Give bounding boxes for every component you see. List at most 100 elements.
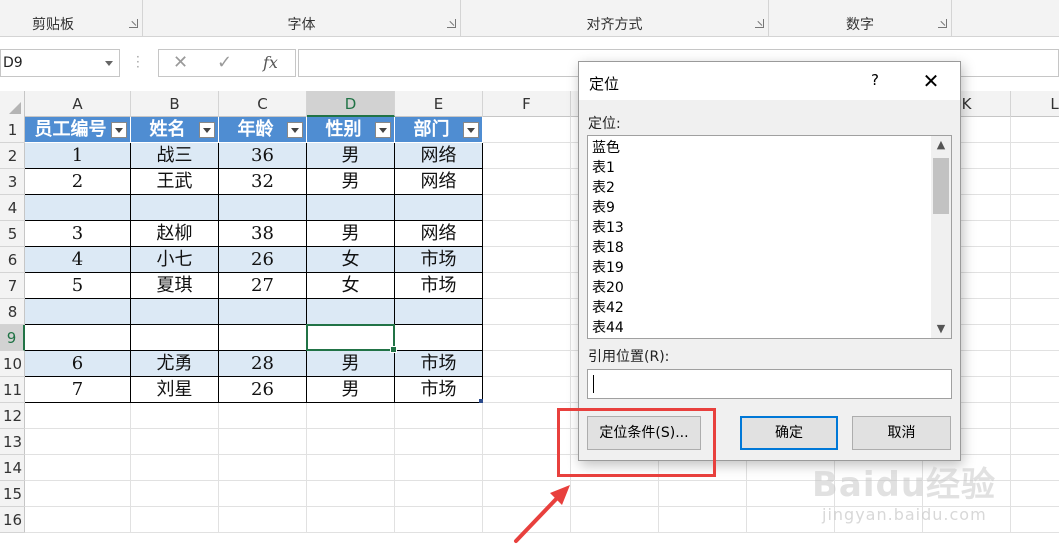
cancel-x-icon[interactable]: ✕ (173, 50, 188, 76)
row-header-1[interactable]: 1 (0, 117, 25, 143)
reference-input[interactable] (587, 369, 952, 399)
table-cell[interactable]: 市场 (395, 351, 483, 377)
dialog-launcher-icon[interactable] (447, 19, 456, 28)
chevron-up-icon[interactable]: ▲ (931, 136, 951, 154)
table-cell[interactable]: 5 (25, 273, 131, 299)
table-cell[interactable]: 网络 (395, 221, 483, 247)
chevron-down-icon[interactable]: ▼ (931, 320, 951, 338)
table-cell[interactable]: 2 (25, 169, 131, 195)
table-cell[interactable] (25, 195, 131, 221)
table-cell[interactable]: 36 (219, 143, 307, 169)
table-cell[interactable]: 女 (307, 273, 395, 299)
listbox-item[interactable]: 表9 (592, 198, 615, 218)
row-header-7[interactable]: 7 (0, 273, 25, 299)
filter-dropdown-icon[interactable] (375, 122, 391, 138)
table-cell[interactable]: 尤勇 (131, 351, 219, 377)
listbox-item[interactable]: 表42 (592, 298, 624, 318)
table-cell[interactable]: 市场 (395, 247, 483, 273)
table-header-cell[interactable]: 部门 (395, 117, 483, 143)
listbox-scrollbar[interactable]: ▲ ▼ (931, 136, 951, 338)
table-cell[interactable]: 网络 (395, 169, 483, 195)
table-cell[interactable] (131, 299, 219, 325)
goto-listbox[interactable]: 蓝色 表1 表2 表9 表13 表18 表19 表20 表42 表44 ▲ ▼ (587, 135, 952, 339)
listbox-item[interactable]: 表19 (592, 258, 624, 278)
column-header-b[interactable]: B (131, 91, 219, 117)
table-cell[interactable]: 王武 (131, 169, 219, 195)
row-header-10[interactable]: 10 (0, 351, 25, 377)
table-cell[interactable]: 男 (307, 169, 395, 195)
table-cell[interactable]: 28 (219, 351, 307, 377)
row-header-9[interactable]: 9 (0, 325, 25, 351)
table-cell[interactable]: 市场 (395, 273, 483, 299)
table-cell[interactable] (219, 325, 307, 351)
insert-function-icon[interactable]: fx (263, 50, 278, 76)
table-cell[interactable]: 32 (219, 169, 307, 195)
table-cell[interactable]: 7 (25, 377, 131, 403)
enter-check-icon[interactable]: ✓ (217, 50, 232, 76)
table-cell[interactable]: 男 (307, 377, 395, 403)
listbox-item[interactable]: 表18 (592, 238, 624, 258)
row-header-11[interactable]: 11 (0, 377, 25, 403)
filter-dropdown-icon[interactable] (199, 122, 215, 138)
listbox-item[interactable]: 表13 (592, 218, 624, 238)
table-cell[interactable] (395, 325, 483, 351)
row-header-15[interactable]: 15 (0, 481, 25, 507)
listbox-item[interactable]: 表44 (592, 318, 624, 338)
table-cell[interactable]: 男 (307, 143, 395, 169)
column-header-c[interactable]: C (219, 91, 307, 117)
table-cell[interactable]: 赵柳 (131, 221, 219, 247)
table-cell[interactable]: 男 (307, 221, 395, 247)
table-header-cell[interactable]: 年龄 (219, 117, 307, 143)
table-cell[interactable] (25, 299, 131, 325)
column-header-d[interactable]: D (307, 91, 395, 117)
column-header-l[interactable]: L (1011, 91, 1059, 117)
row-header-14[interactable]: 14 (0, 455, 25, 481)
table-cell[interactable]: 3 (25, 221, 131, 247)
row-header-12[interactable]: 12 (0, 403, 25, 429)
row-header-8[interactable]: 8 (0, 299, 25, 325)
table-cell[interactable]: 男 (307, 351, 395, 377)
dialog-launcher-icon[interactable] (129, 19, 138, 28)
column-header-f[interactable]: F (483, 91, 571, 117)
select-all-button[interactable] (0, 91, 25, 117)
dialog-launcher-icon[interactable] (938, 19, 947, 28)
scrollbar-thumb[interactable] (933, 158, 949, 214)
table-cell[interactable] (131, 325, 219, 351)
column-header-e[interactable]: E (395, 91, 483, 117)
name-box[interactable]: D9 (0, 49, 120, 77)
table-cell[interactable]: 夏琪 (131, 273, 219, 299)
table-header-cell[interactable]: 员工编号 (25, 117, 131, 143)
table-cell[interactable]: 小七 (131, 247, 219, 273)
table-cell[interactable] (25, 325, 131, 351)
row-header-13[interactable]: 13 (0, 429, 25, 455)
column-header-a[interactable]: A (25, 91, 131, 117)
row-header-3[interactable]: 3 (0, 169, 25, 195)
table-cell[interactable]: 网络 (395, 143, 483, 169)
filter-dropdown-icon[interactable] (287, 122, 303, 138)
table-cell[interactable]: 刘星 (131, 377, 219, 403)
table-cell[interactable]: 26 (219, 377, 307, 403)
row-header-4[interactable]: 4 (0, 195, 25, 221)
row-header-16[interactable]: 16 (0, 507, 25, 533)
table-cell[interactable] (307, 299, 395, 325)
filter-dropdown-icon[interactable] (111, 122, 127, 138)
listbox-item[interactable]: 表20 (592, 278, 624, 298)
chevron-down-icon[interactable] (105, 61, 113, 66)
table-cell[interactable] (395, 195, 483, 221)
table-header-cell[interactable]: 性别 (307, 117, 395, 143)
table-cell[interactable]: 女 (307, 247, 395, 273)
close-icon[interactable]: ✕ (917, 68, 945, 94)
table-cell[interactable]: 26 (219, 247, 307, 273)
table-cell[interactable]: 6 (25, 351, 131, 377)
table-cell[interactable]: 市场 (395, 377, 483, 403)
table-cell[interactable] (395, 299, 483, 325)
listbox-item[interactable]: 表2 (592, 178, 615, 198)
dialog-launcher-icon[interactable] (755, 19, 764, 28)
row-header-6[interactable]: 6 (0, 247, 25, 273)
table-cell[interactable] (219, 299, 307, 325)
table-cell[interactable]: 1 (25, 143, 131, 169)
table-cell[interactable]: 4 (25, 247, 131, 273)
row-header-2[interactable]: 2 (0, 143, 25, 169)
table-header-cell[interactable]: 姓名 (131, 117, 219, 143)
listbox-item[interactable]: 蓝色 (592, 138, 620, 158)
